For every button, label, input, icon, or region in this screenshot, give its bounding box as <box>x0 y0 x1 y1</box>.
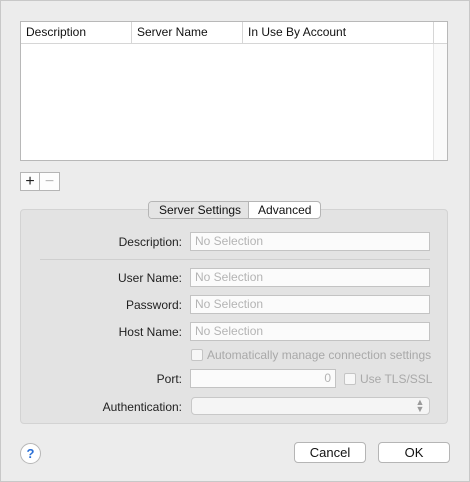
help-button[interactable]: ? <box>20 443 41 464</box>
user-name-label: User Name: <box>117 271 182 285</box>
password-field[interactable]: No Selection <box>190 295 430 314</box>
table-scrollbar[interactable] <box>433 44 447 160</box>
column-header-in-use-by-account[interactable]: In Use By Account <box>243 22 434 43</box>
auto-manage-checkbox[interactable] <box>191 349 203 361</box>
use-tls-checkbox[interactable] <box>344 373 356 385</box>
updown-chevron-icon: ▲ ▼ <box>415 397 425 414</box>
settings-tab-control: Server Settings Advanced <box>148 201 322 219</box>
ok-button[interactable]: OK <box>378 442 450 463</box>
port-field[interactable]: 0 <box>190 369 336 388</box>
add-server-button[interactable]: + <box>20 172 40 191</box>
server-table[interactable]: Description Server Name In Use By Accoun… <box>20 21 448 161</box>
add-remove-control: + − <box>20 172 60 191</box>
smtp-server-list-sheet: Description Server Name In Use By Accoun… <box>0 0 470 482</box>
host-name-label: Host Name: <box>118 325 182 339</box>
host-name-field[interactable]: No Selection <box>190 322 430 341</box>
cancel-button[interactable]: Cancel <box>294 442 366 463</box>
auto-manage-label: Automatically manage connection settings <box>207 348 432 362</box>
user-name-field[interactable]: No Selection <box>190 268 430 287</box>
remove-server-button[interactable]: − <box>40 172 60 191</box>
description-label: Description: <box>118 235 182 249</box>
tab-server-settings[interactable]: Server Settings <box>149 202 250 218</box>
column-header-server-name[interactable]: Server Name <box>132 22 243 43</box>
use-tls-label: Use TLS/SSL <box>360 372 433 386</box>
column-header-description[interactable]: Description <box>21 22 132 43</box>
port-label: Port: <box>156 372 182 386</box>
description-field[interactable]: No Selection <box>190 232 430 251</box>
authentication-popup[interactable]: ▲ ▼ <box>191 397 430 415</box>
tab-advanced[interactable]: Advanced <box>249 202 320 218</box>
divider <box>40 259 430 260</box>
authentication-label: Authentication: <box>102 400 182 414</box>
table-header: Description Server Name In Use By Accoun… <box>21 22 447 44</box>
password-label: Password: <box>125 298 182 312</box>
